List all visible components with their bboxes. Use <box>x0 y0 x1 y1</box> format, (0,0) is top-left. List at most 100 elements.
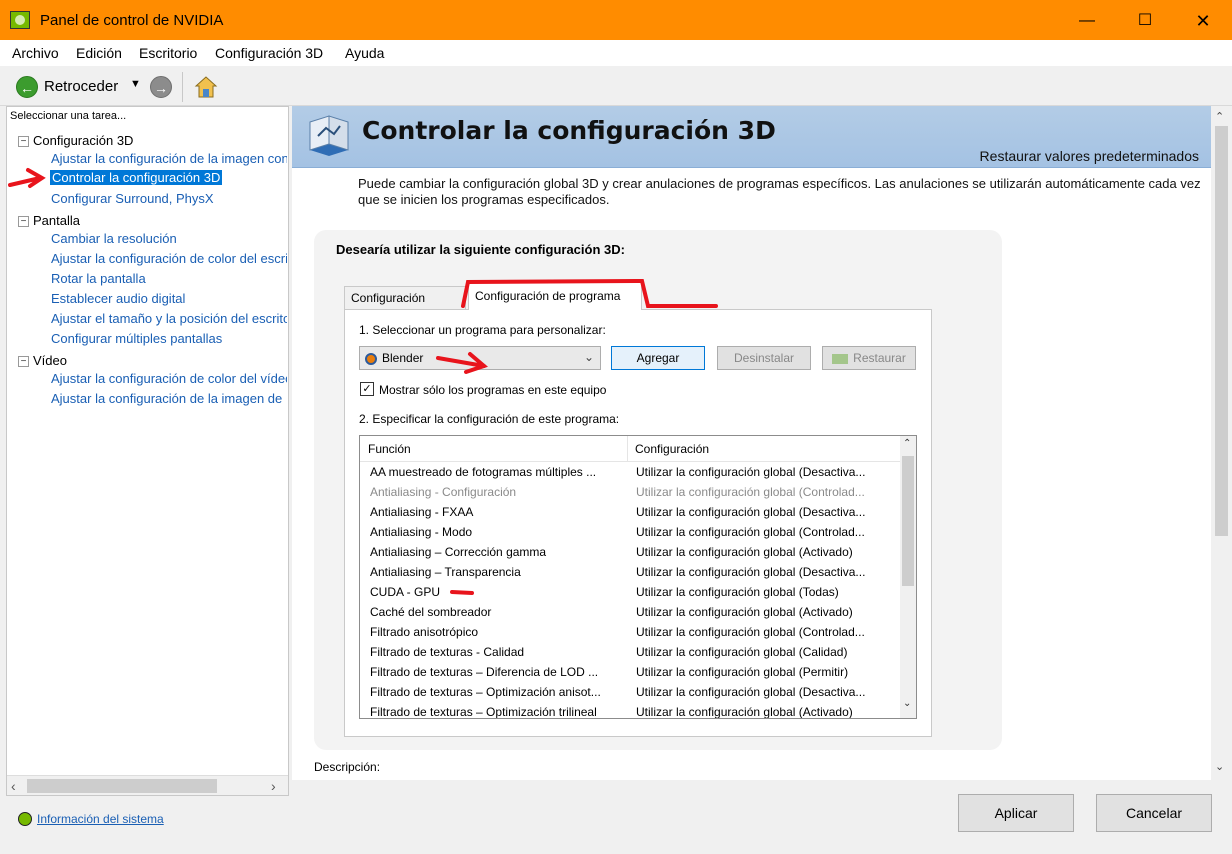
tree-category-3d[interactable]: − Configuración 3D <box>18 133 133 148</box>
menu-bar: Archivo Edición Escritorio Configuración… <box>0 40 1232 66</box>
program-settings-panel: 1. Seleccionar un programa para personal… <box>344 309 932 737</box>
feature-name: AA muestreado de fotogramas múltiples ..… <box>370 465 597 479</box>
table-row[interactable]: Antialiasing – Corrección gamma Utilizar … <box>360 542 900 562</box>
feature-setting[interactable]: Utilizar la configuración global (Contro… <box>636 622 888 642</box>
table-row[interactable]: Filtrado de texturas - Calidad Utilizar l… <box>360 642 900 662</box>
column-header-function[interactable]: Función <box>368 442 411 456</box>
system-info-link[interactable]: Información del sistema <box>37 812 164 826</box>
table-row[interactable]: Antialiasing – Transparencia Utilizar la … <box>360 562 900 582</box>
add-program-button[interactable]: Agregar <box>611 346 705 370</box>
feature-setting[interactable]: Utilizar la configuración global (Desact… <box>636 462 888 482</box>
feature-setting[interactable]: Utilizar la configuración global (Contro… <box>636 482 888 502</box>
menu-ayuda[interactable]: Ayuda <box>345 45 384 61</box>
sidebar-item-surround-physx[interactable]: Configurar Surround, PhysX <box>51 191 214 206</box>
feature-name: Caché del sombreador <box>370 605 492 619</box>
step2-label: 2. Especificar la configuración de este … <box>359 412 620 426</box>
uninstall-program-button[interactable]: Desinstalar <box>717 346 811 370</box>
column-divider[interactable] <box>627 436 628 462</box>
feature-setting[interactable]: Utilizar la configuración global (Desact… <box>636 502 888 522</box>
scroll-right-icon[interactable]: › <box>271 778 276 794</box>
back-arrow-icon[interactable]: ← <box>16 76 38 98</box>
table-row[interactable]: CUDA - GPU Utilizar la configuración glob… <box>360 582 900 602</box>
sidebar-item-video-color[interactable]: Ajustar la configuración de color del ví… <box>51 371 287 386</box>
sidebar-item-image-preview[interactable]: Ajustar la configuración de la imagen co… <box>51 151 287 166</box>
main-vertical-scrollbar[interactable]: ⌃ ⌄ <box>1211 106 1232 780</box>
scroll-up-icon[interactable]: ⌃ <box>1215 110 1224 123</box>
feature-setting[interactable]: Utilizar la configuración global (Activa… <box>636 602 888 622</box>
table-row[interactable]: Antialiasing - FXAA Utilizar la configura… <box>360 502 900 522</box>
tree-category-video[interactable]: − Vídeo <box>18 353 67 368</box>
sidebar-horizontal-scrollbar[interactable]: ‹ › <box>7 775 288 795</box>
back-button[interactable]: Retroceder <box>44 78 118 95</box>
table-row[interactable]: Filtrado de texturas – Optimización tril… <box>360 702 900 719</box>
cancel-button[interactable]: Cancelar <box>1096 794 1212 832</box>
scroll-up-icon[interactable]: ⌃ <box>903 438 911 449</box>
feature-setting[interactable]: Utilizar la configuración global (Calida… <box>636 642 888 662</box>
program-select-value: Blender <box>382 351 424 365</box>
collapse-icon[interactable]: − <box>18 136 29 148</box>
restore-defaults-link[interactable]: Restaurar valores predeterminados <box>980 148 1199 164</box>
menu-archivo[interactable]: Archivo <box>12 45 59 61</box>
restore-program-button[interactable]: Restaurar <box>822 346 916 370</box>
column-header-setting[interactable]: Configuración <box>635 442 709 456</box>
collapse-icon[interactable]: − <box>18 216 29 228</box>
table-row[interactable]: Filtrado anisotrópico Utilizar la configu… <box>360 622 900 642</box>
title-bar: Panel de control de NVIDIA — ☐ ✕ <box>0 0 1232 40</box>
tree-category-display[interactable]: − Pantalla <box>18 213 80 228</box>
main-content: Controlar la configuración 3D Restaurar … <box>292 106 1232 780</box>
feature-name: Filtrado de texturas – Diferencia de LOD… <box>370 665 599 679</box>
scrollbar-thumb[interactable] <box>27 779 217 793</box>
maximize-button[interactable]: ☐ <box>1122 8 1168 34</box>
toolbar: ← Retroceder ▼ → <box>0 66 1232 106</box>
list-vertical-scrollbar[interactable]: ⌃ ⌄ <box>900 436 916 718</box>
table-row[interactable]: Caché del sombreador Utilizar la configur… <box>360 602 900 622</box>
sidebar-item-video-image[interactable]: Ajustar la configuración de la imagen de… <box>51 391 283 406</box>
home-icon[interactable] <box>194 75 218 99</box>
sidebar-item-desktop-size[interactable]: Ajustar el tamaño y la posición del escr… <box>51 311 287 326</box>
settings-group: Desearía utilizar la siguiente configura… <box>314 230 1002 750</box>
3d-settings-icon <box>309 115 349 156</box>
menu-edicion[interactable]: Edición <box>76 45 122 61</box>
sidebar-item-desktop-color[interactable]: Ajustar la configuración de color del es… <box>51 251 287 266</box>
back-dropdown-icon[interactable]: ▼ <box>130 78 141 90</box>
sidebar-item-resolution[interactable]: Cambiar la resolución <box>51 231 177 246</box>
menu-escritorio[interactable]: Escritorio <box>139 45 197 61</box>
feature-name: Antialiasing – Transparencia <box>370 565 521 579</box>
feature-setting[interactable]: Utilizar la configuración global (Todas) <box>636 582 888 602</box>
table-row[interactable]: Filtrado de texturas – Diferencia de LOD… <box>360 662 900 682</box>
sidebar-item-multiple-displays[interactable]: Configurar múltiples pantallas <box>51 331 222 346</box>
tab-global-settings[interactable]: Configuración global <box>344 286 466 327</box>
scroll-left-icon[interactable]: ‹ <box>11 778 16 794</box>
sidebar-item-manage-3d[interactable]: Controlar la configuración 3D <box>50 170 223 185</box>
feature-name: Filtrado anisotrópico <box>370 625 479 639</box>
table-row[interactable]: Antialiasing - Configuración Utilizar la … <box>360 482 900 502</box>
feature-setting[interactable]: Utilizar la configuración global (Activa… <box>636 542 888 562</box>
table-row[interactable]: AA muestreado de fotogramas múltiples ..… <box>360 462 900 482</box>
feature-setting[interactable]: Utilizar la configuración global (Contro… <box>636 522 888 542</box>
close-button[interactable]: ✕ <box>1180 8 1226 34</box>
scrollbar-thumb[interactable] <box>1215 126 1228 536</box>
scrollbar-thumb[interactable] <box>902 456 914 586</box>
sidebar-item-digital-audio[interactable]: Establecer audio digital <box>51 291 185 306</box>
feature-setting[interactable]: Utilizar la configuración global (Desact… <box>636 562 888 582</box>
table-row[interactable]: Filtrado de texturas – Optimización anis… <box>360 682 900 702</box>
apply-button[interactable]: Aplicar <box>958 794 1074 832</box>
show-only-checkbox[interactable]: ✓ <box>360 382 374 396</box>
scroll-down-icon[interactable]: ⌄ <box>1215 760 1224 773</box>
scroll-down-icon[interactable]: ⌄ <box>903 698 911 709</box>
minimize-button[interactable]: — <box>1064 8 1110 34</box>
program-select[interactable]: Blender ⌄ <box>359 346 601 370</box>
collapse-icon[interactable]: − <box>18 356 29 368</box>
feature-name: Antialiasing - FXAA <box>370 505 474 519</box>
sidebar-item-rotate-display[interactable]: Rotar la pantalla <box>51 271 146 286</box>
feature-settings-list: Función Configuración AA muestreado de f… <box>359 435 917 719</box>
table-row[interactable]: Antialiasing - Modo Utilizar la configura… <box>360 522 900 542</box>
forward-arrow-icon[interactable]: → <box>150 76 172 98</box>
feature-name: Filtrado de texturas – Optimización tril… <box>370 705 597 719</box>
feature-setting[interactable]: Utilizar la configuración global (Activa… <box>636 702 888 718</box>
menu-configuracion-3d[interactable]: Configuración 3D <box>215 45 323 61</box>
tab-program-settings[interactable]: Configuración de programa <box>468 282 642 310</box>
feature-setting[interactable]: Utilizar la configuración global (Desact… <box>636 682 888 702</box>
page-header: Controlar la configuración 3D Restaurar … <box>292 106 1211 168</box>
feature-setting[interactable]: Utilizar la configuración global (Permit… <box>636 662 888 682</box>
